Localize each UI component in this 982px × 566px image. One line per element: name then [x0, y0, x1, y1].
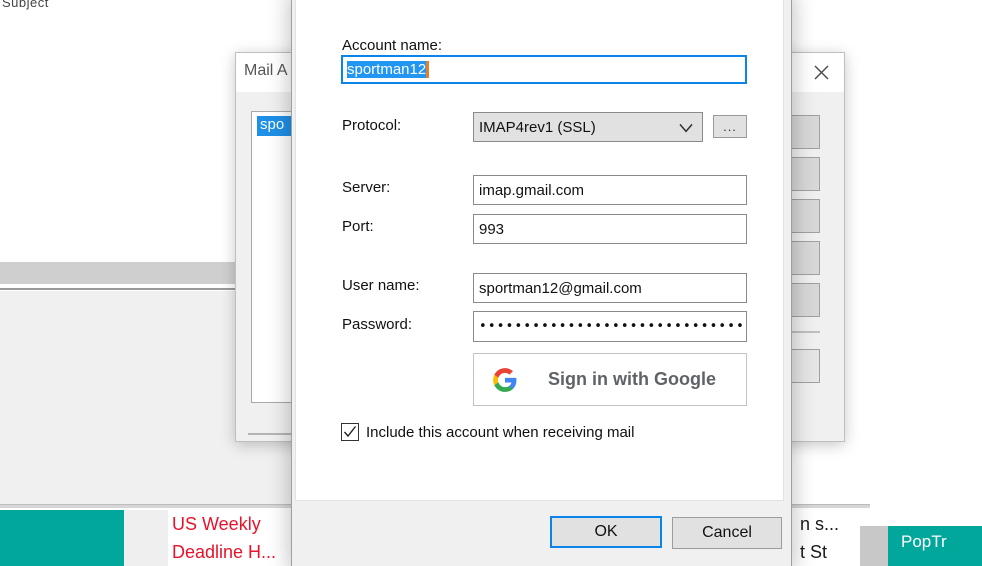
message-color-swatch-left — [0, 510, 124, 566]
column-header-subject: Subject — [2, 0, 49, 10]
message-tag-label: PopTr — [901, 532, 947, 551]
message-secondary-column[interactable]: n s... t St — [800, 510, 860, 566]
server-label: Server: — [342, 179, 391, 196]
sign-in-with-google-button[interactable]: Sign in with Google — [473, 353, 747, 406]
protocol-select[interactable]: IMAP4rev1 (SSL) — [473, 112, 703, 142]
include-account-checkbox[interactable] — [341, 423, 359, 441]
message-secondary-1[interactable]: n s... — [800, 510, 860, 538]
message-secondary-2[interactable]: t St — [800, 538, 860, 566]
mail-accounts-title: Mail A — [244, 62, 288, 79]
message-gap — [124, 510, 168, 566]
include-account-label: Include this account when receiving mail — [366, 423, 635, 441]
protocol-value: IMAP4rev1 (SSL) — [479, 118, 596, 136]
account-name-value: sportman12 — [347, 61, 427, 78]
password-input[interactable]: •••••••••••••••••••••••••••••• — [473, 311, 747, 342]
close-icon[interactable] — [798, 53, 844, 91]
message-subject-column[interactable]: US Weekly Deadline H... — [172, 510, 284, 566]
protocol-label: Protocol: — [342, 117, 402, 134]
cancel-button[interactable]: Cancel — [672, 517, 782, 549]
account-properties-dialog: Account name: sportman12 Protocol: IMAP4… — [291, 0, 792, 566]
user-name-value: sportman12@gmail.com — [479, 279, 642, 297]
user-name-input[interactable]: sportman12@gmail.com — [473, 273, 747, 303]
port-value: 993 — [479, 220, 505, 238]
port-label: Port: — [342, 218, 374, 235]
dialog-content: Account name: sportman12 Protocol: IMAP4… — [295, 0, 784, 501]
password-label: Password: — [342, 316, 413, 333]
password-value: •••••••••••••••••••••••••••••• — [479, 319, 746, 334]
message-color-swatch-right: PopTr — [888, 526, 982, 566]
protocol-browse-button[interactable]: ... — [713, 115, 747, 138]
server-input[interactable]: imap.gmail.com — [473, 175, 747, 205]
message-subject-1[interactable]: US Weekly — [172, 510, 284, 538]
google-button-label: Sign in with Google — [548, 369, 716, 389]
account-name-label: Account name: — [342, 37, 443, 54]
text-caret — [426, 61, 430, 78]
chevron-down-icon — [679, 120, 693, 133]
screen: Subject US Weekly Deadline H... n s... t… — [0, 0, 982, 566]
message-subject-2[interactable]: Deadline H... — [172, 538, 284, 566]
message-color-swatch-gray — [860, 526, 888, 566]
server-value: imap.gmail.com — [479, 181, 585, 199]
ok-button[interactable]: OK — [550, 516, 662, 548]
port-input[interactable]: 993 — [473, 214, 747, 244]
account-name-input[interactable]: sportman12 — [341, 55, 747, 84]
user-name-label: User name: — [342, 277, 420, 294]
google-g-icon — [492, 367, 518, 393]
dialog-footer: OK Cancel — [292, 502, 789, 566]
include-account-checkbox-row[interactable]: Include this account when receiving mail — [341, 423, 634, 441]
